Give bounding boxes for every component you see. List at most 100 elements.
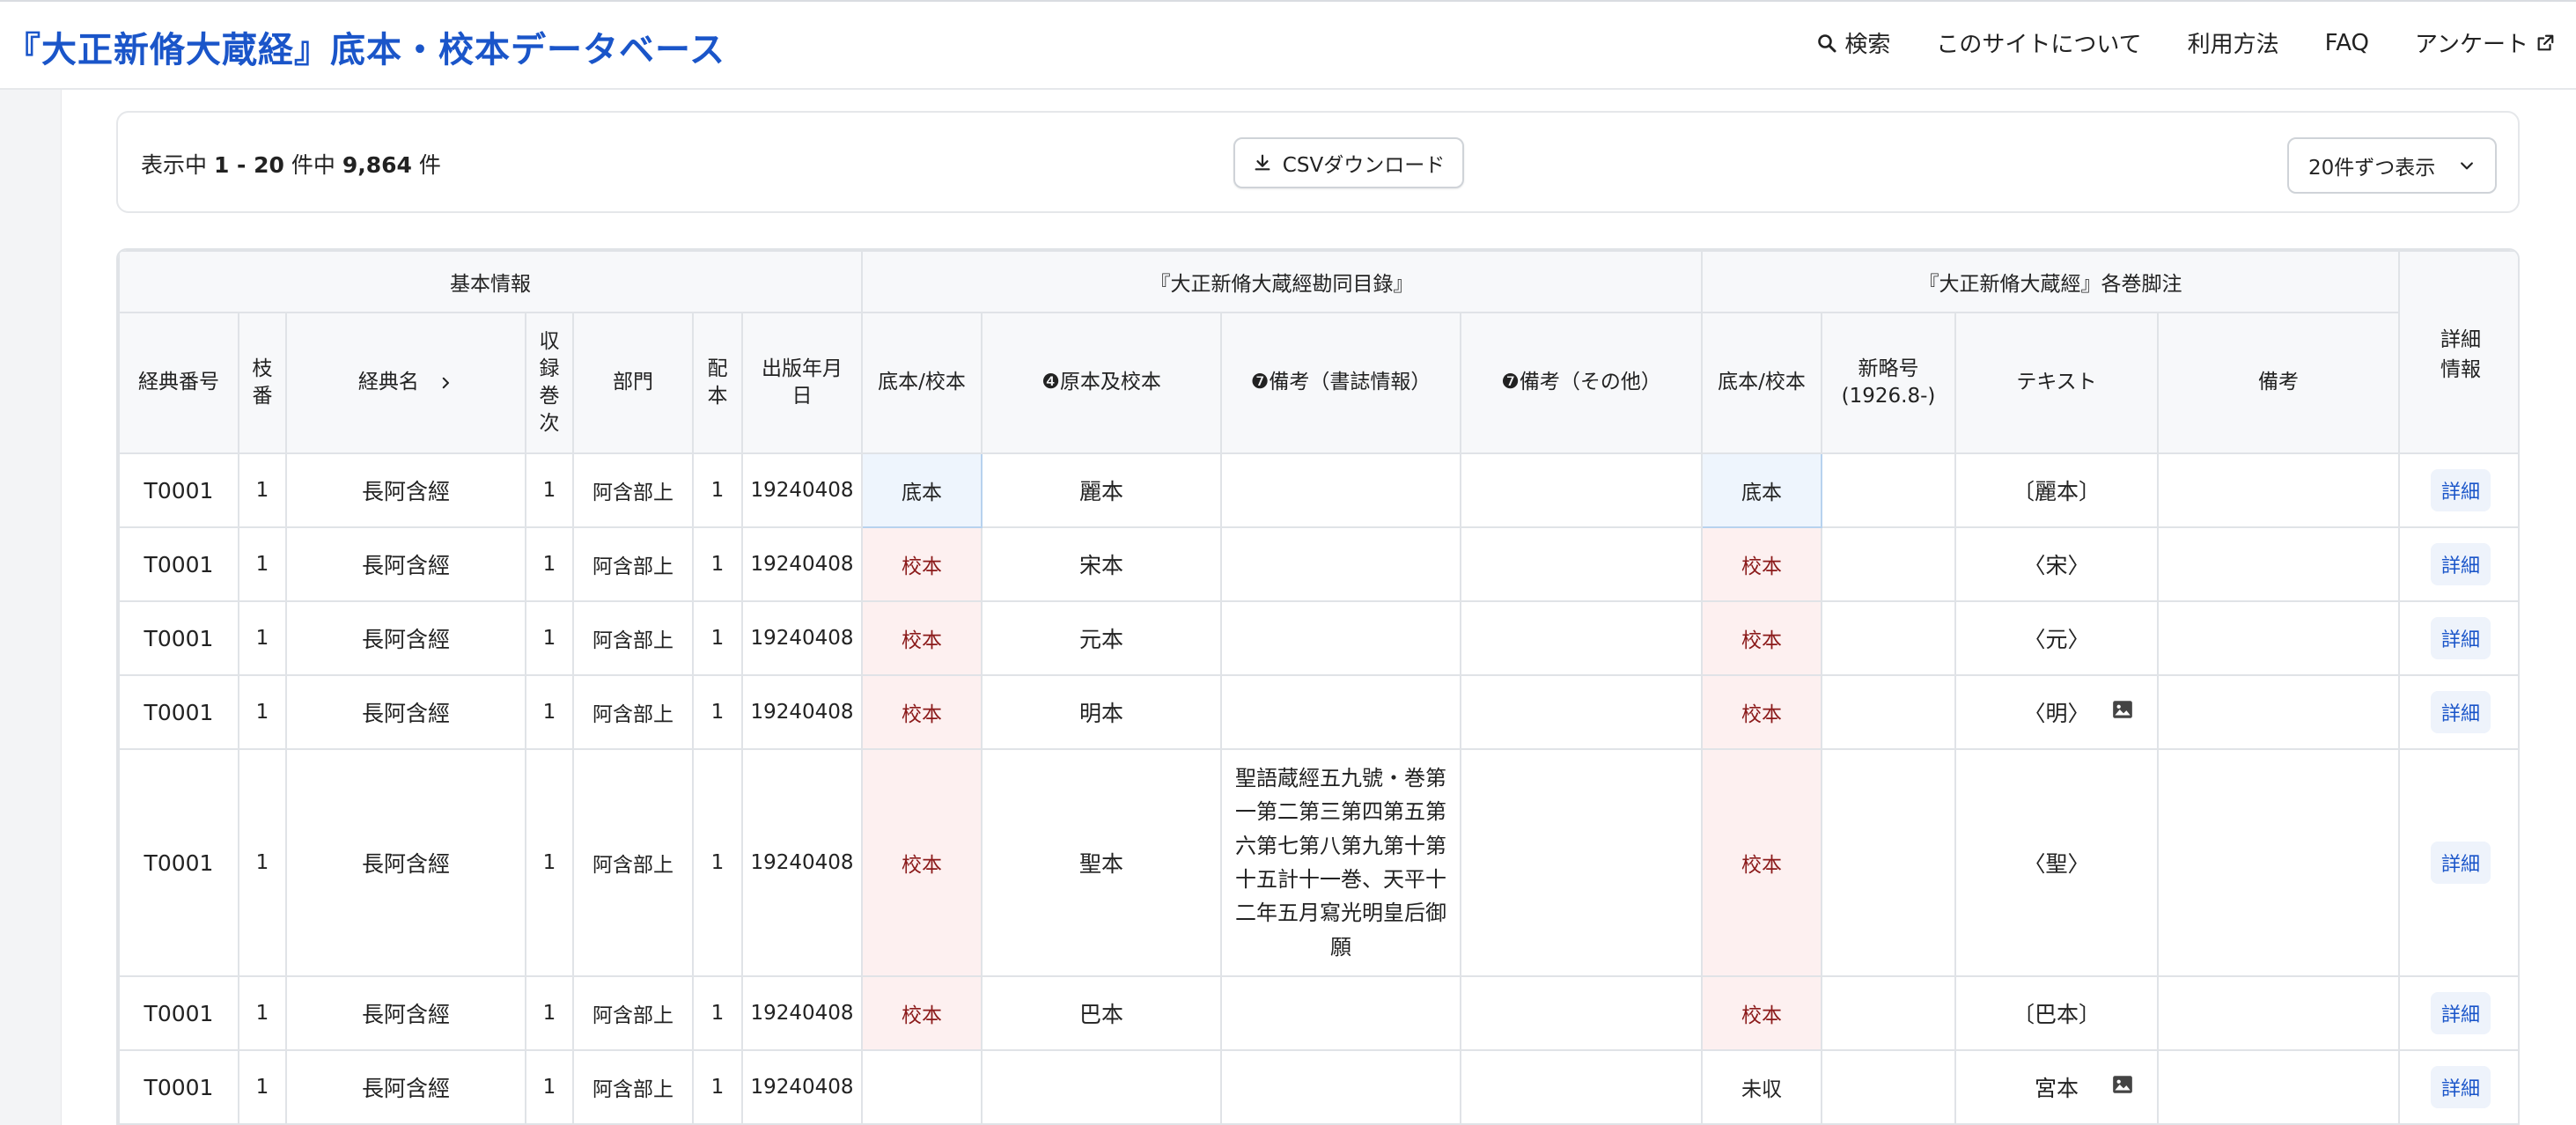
col-fn-type: 底本/校本 xyxy=(1701,312,1823,454)
detail-button[interactable]: 詳細 xyxy=(2431,842,2491,884)
fn-text-value: 〈明〉 xyxy=(2023,701,2090,726)
cell-pub-date: 19240408 xyxy=(740,526,864,602)
cell-sutra-name: 長阿含經 xyxy=(285,674,526,750)
cell-kd-type: 校本 xyxy=(861,975,983,1051)
col-fn-text: テキスト xyxy=(1954,312,2160,454)
cell-fn-note xyxy=(2157,452,2401,528)
cell-pub-date: 19240408 xyxy=(740,1049,864,1125)
group-kando-catalog: 『大正新脩大蔵經勘同目錄』 xyxy=(861,250,1704,313)
image-icon[interactable] xyxy=(2111,698,2134,721)
cell-kd-note-other xyxy=(1460,748,1704,977)
cell-volume: 1 xyxy=(525,526,574,602)
cell-sutra-no: T0001 xyxy=(118,975,239,1051)
results-table-wrap: 基本情報 『大正新脩大蔵經勘同目錄』 『大正新脩大蔵經』各巻脚注 詳細情報 経典… xyxy=(116,248,2520,1125)
cell-fn-type: 未収 xyxy=(1701,1049,1823,1125)
cell-branch: 1 xyxy=(238,452,287,528)
nav-about[interactable]: このサイトについて xyxy=(1936,26,2141,59)
nav-faq[interactable]: FAQ xyxy=(2325,30,2369,56)
cell-section: 阿含部上 xyxy=(572,748,694,977)
detail-button[interactable]: 詳細 xyxy=(2431,992,2491,1034)
detail-button[interactable]: 詳細 xyxy=(2431,617,2491,659)
cell-sutra-name: 長阿含經 xyxy=(285,452,526,528)
main-nav: 検索 このサイトについて 利用方法 FAQ アンケート xyxy=(1816,26,2555,59)
cell-section: 阿含部上 xyxy=(572,674,694,750)
cell-branch: 1 xyxy=(238,748,287,977)
col-volume: 収録巻次 xyxy=(525,312,574,454)
cell-kd-type: 校本 xyxy=(861,526,983,602)
nav-about-label: このサイトについて xyxy=(1936,32,2142,58)
cell-fn-type: 校本 xyxy=(1701,674,1823,750)
nav-survey-label: アンケート xyxy=(2415,32,2528,58)
cell-fn-newcode xyxy=(1821,526,1957,602)
cell-detail: 詳細 xyxy=(2398,748,2518,977)
results-table: 基本情報 『大正新脩大蔵經勘同目錄』 『大正新脩大蔵經』各巻脚注 詳細情報 経典… xyxy=(118,250,2518,1125)
cell-kd-type: 校本 xyxy=(861,600,983,676)
image-icon[interactable] xyxy=(2111,1073,2134,1096)
group-basic-info: 基本情報 xyxy=(118,250,864,313)
fn-text-value: 〈聖〉 xyxy=(2023,851,2090,877)
image-icon-wrap[interactable] xyxy=(2111,1073,2134,1101)
cell-fn-newcode xyxy=(1821,452,1957,528)
cell-pub-date: 19240408 xyxy=(740,674,864,750)
cell-kd-note-other xyxy=(1460,975,1704,1051)
table-row: T0001 1 長阿含經 1 阿含部上 1 19240408 校本 元本 校本 〈元〉 詳細 xyxy=(118,600,2518,676)
col-fn-note: 備考 xyxy=(2157,312,2401,454)
cell-fn-type: 校本 xyxy=(1701,526,1823,602)
detail-button[interactable]: 詳細 xyxy=(2431,691,2491,733)
cell-edition: 1 xyxy=(692,748,743,977)
cell-kd-note-biblio xyxy=(1220,452,1462,528)
site-title[interactable]: 『大正新脩大蔵経』底本・校本データベース xyxy=(5,21,725,72)
cell-kd-note-other xyxy=(1460,452,1704,528)
detail-button[interactable]: 詳細 xyxy=(2431,1066,2491,1108)
csv-download-button[interactable]: CSVダウンロード xyxy=(1233,137,1464,188)
cell-sutra-name: 長阿含經 xyxy=(285,748,526,977)
cell-volume: 1 xyxy=(525,600,574,676)
cell-fn-text: 〈聖〉 xyxy=(1954,748,2160,977)
cell-kd-type: 底本 xyxy=(861,452,983,528)
cell-fn-type: 校本 xyxy=(1701,600,1823,676)
cell-volume: 1 xyxy=(525,748,574,977)
cell-section: 阿含部上 xyxy=(572,1049,694,1125)
cell-kd-source: 聖本 xyxy=(981,748,1223,977)
cell-detail: 詳細 xyxy=(2398,526,2518,602)
cell-kd-note-other xyxy=(1460,600,1704,676)
cell-branch: 1 xyxy=(238,1049,287,1125)
cell-fn-note xyxy=(2157,1049,2401,1125)
image-icon-wrap[interactable] xyxy=(2111,698,2134,726)
csv-download-label: CSVダウンロード xyxy=(1282,154,1446,177)
cell-fn-text: 〈明〉 xyxy=(1954,674,2160,750)
cell-pub-date: 19240408 xyxy=(740,975,864,1051)
cell-fn-type: 底本 xyxy=(1701,452,1823,528)
cell-kd-type xyxy=(861,1049,983,1125)
cell-kd-type: 校本 xyxy=(861,674,983,750)
cell-fn-text: 〈宋〉 xyxy=(1954,526,2160,602)
cell-sutra-no: T0001 xyxy=(118,674,239,750)
cell-sutra-name: 長阿含經 xyxy=(285,975,526,1051)
cell-fn-note xyxy=(2157,526,2401,602)
table-row: T0001 1 長阿含經 1 阿含部上 1 19240408 未収 宮本 詳細 xyxy=(118,1049,2518,1125)
cell-volume: 1 xyxy=(525,674,574,750)
col-branch: 枝番 xyxy=(238,312,287,454)
col-detail: 詳細情報 xyxy=(2398,250,2518,454)
nav-usage[interactable]: 利用方法 xyxy=(2188,26,2279,59)
cell-edition: 1 xyxy=(692,452,743,528)
cell-volume: 1 xyxy=(525,452,574,528)
nav-search[interactable]: 検索 xyxy=(1816,26,1890,59)
detail-button[interactable]: 詳細 xyxy=(2431,469,2491,511)
table-row: T0001 1 長阿含經 1 阿含部上 1 19240408 校本 巴本 校本 〔巴本〕 詳細 xyxy=(118,975,2518,1051)
cell-fn-note xyxy=(2157,600,2401,676)
cell-fn-note xyxy=(2157,975,2401,1051)
cell-fn-text: 〈元〉 xyxy=(1954,600,2160,676)
cell-fn-newcode xyxy=(1821,600,1957,676)
cell-sutra-no: T0001 xyxy=(118,1049,239,1125)
col-sutra-name[interactable]: 経典名 xyxy=(285,312,526,454)
nav-survey[interactable]: アンケート xyxy=(2415,26,2555,59)
cell-fn-newcode xyxy=(1821,1049,1957,1125)
col-kd-type: 底本/校本 xyxy=(861,312,983,454)
cell-sutra-no: T0001 xyxy=(118,452,239,528)
detail-button[interactable]: 詳細 xyxy=(2431,543,2491,585)
cell-kd-source: 明本 xyxy=(981,674,1223,750)
per-page-select[interactable]: 20件ずつ表示 xyxy=(2287,137,2497,194)
results-toolbar: 表示中 1 - 20 件中 9,864 件 CSVダウンロード 20件ずつ表示 xyxy=(116,111,2520,213)
cell-kd-note-other xyxy=(1460,526,1704,602)
